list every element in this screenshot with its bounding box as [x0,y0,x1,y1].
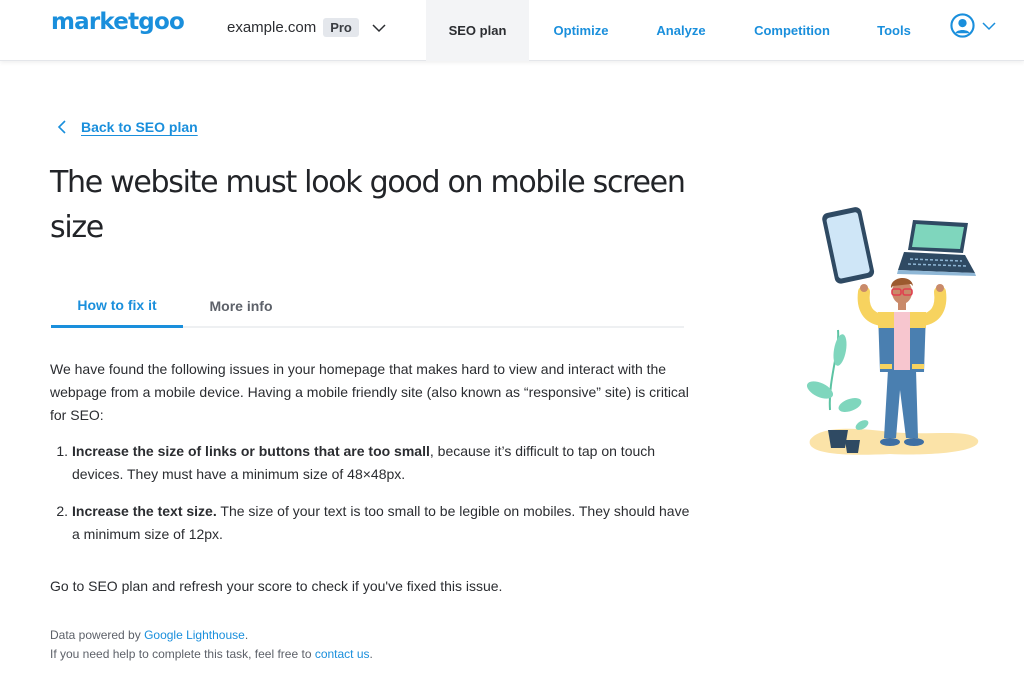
punctuation: . [369,647,373,661]
issue-intro-text: We have found the following issues in yo… [50,361,689,423]
account-menu[interactable] [950,13,997,38]
top-navigation-bar: marketgoo example.com Pro SEO plan Optim… [0,0,1024,61]
issue-title: Increase the size of links or buttons th… [72,443,430,459]
main-nav: SEO plan Optimize Analyze Competition To… [426,0,933,61]
domain-selector[interactable]: example.com Pro [227,18,387,37]
help-note: If you need help to complete this task, … [50,645,373,664]
back-to-seo-plan-link[interactable]: Back to SEO plan [57,119,198,135]
list-item: 2. Increase the text size. The size of y… [50,500,690,546]
phone-icon [822,207,875,284]
back-link-label[interactable]: Back to SEO plan [81,119,198,135]
tab-more-info[interactable]: More info [183,284,299,328]
task-tabs: How to fix it More info [51,284,684,328]
issue-text: Increase the size of links or buttons th… [72,440,690,486]
issues-list: 1. Increase the size of links or buttons… [50,440,690,560]
refresh-instruction: Go to SEO plan and refresh your score to… [50,578,503,594]
marketgoo-logo[interactable]: marketgoo [51,9,185,35]
chevron-down-icon[interactable] [371,20,387,36]
nav-optimize[interactable]: Optimize [529,0,633,61]
page-title: The website must look good on mobile scr… [50,165,686,245]
mobile-illustration [806,207,979,455]
data-source-prefix: Data powered by [50,628,145,642]
plan-badge: Pro [323,18,359,37]
domain-name: example.com [227,19,317,36]
tab-how-to-fix-it[interactable]: How to fix it [51,284,183,328]
list-item: 1. Increase the size of links or buttons… [50,440,690,486]
contact-us-link[interactable]: contact us [315,647,370,661]
footer-notes: Data powered by Google Lighthouse. If yo… [50,626,373,664]
help-prefix: If you need help to complete this task, … [50,647,315,661]
issue-number: 2. [56,503,68,519]
nav-competition[interactable]: Competition [729,0,855,61]
google-lighthouse-link[interactable]: Google Lighthouse [144,628,245,642]
data-source-note: Data powered by Google Lighthouse. [50,626,373,645]
laptop-icon [897,220,976,276]
chevron-down-icon[interactable] [981,18,997,34]
nav-analyze[interactable]: Analyze [633,0,729,61]
issue-text: Increase the text size. The size of your… [72,500,690,546]
person-figure [857,277,947,446]
user-circle-icon[interactable] [950,13,975,38]
nav-tools[interactable]: Tools [855,0,933,61]
chevron-left-icon [57,120,66,134]
punctuation: . [244,628,249,642]
issue-title: Increase the text size. [72,503,217,519]
issue-number: 1. [56,443,68,459]
nav-seo-plan[interactable]: SEO plan [426,0,529,61]
